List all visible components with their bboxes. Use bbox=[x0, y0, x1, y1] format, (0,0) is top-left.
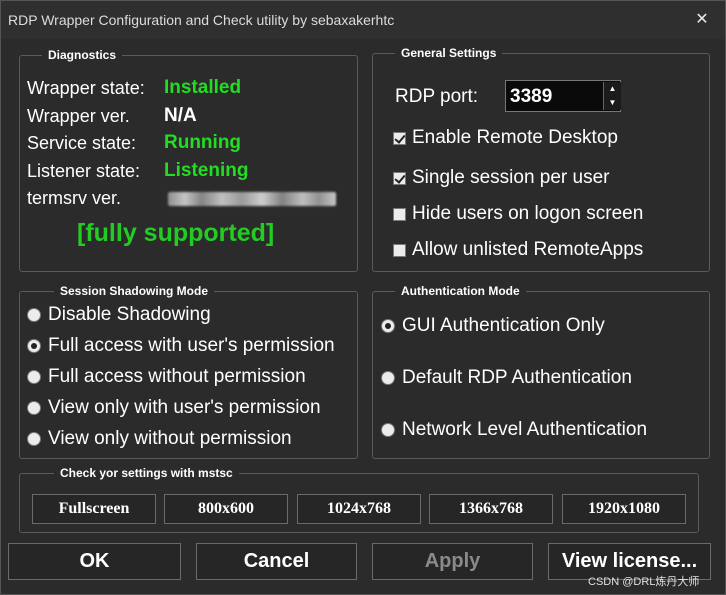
radio-unselected-icon bbox=[381, 423, 395, 437]
radio-selected-icon bbox=[27, 339, 41, 353]
hide-users-checkbox[interactable]: Hide users on logon screen bbox=[393, 203, 643, 225]
close-button[interactable]: ✕ bbox=[689, 9, 715, 31]
radio-label: View only with user's permission bbox=[48, 397, 321, 418]
checkbox-checked-icon bbox=[393, 171, 406, 185]
radio-label: Full access without permission bbox=[48, 366, 306, 387]
checkbox-label: Allow unlisted RemoteApps bbox=[412, 239, 644, 260]
wrapper-state-value: Installed bbox=[164, 77, 242, 98]
radio-label: Disable Shadowing bbox=[48, 304, 211, 325]
single-session-checkbox[interactable]: Single session per user bbox=[393, 167, 610, 189]
checkbox-label: Enable Remote Desktop bbox=[412, 127, 618, 148]
window-title: RDP Wrapper Configuration and Check util… bbox=[8, 12, 395, 28]
radio-label: Default RDP Authentication bbox=[402, 367, 632, 388]
radio-unselected-icon bbox=[27, 308, 41, 322]
allow-unlisted-remoteapps-checkbox[interactable]: Allow unlisted RemoteApps bbox=[393, 239, 643, 261]
fullscreen-button[interactable]: Fullscreen bbox=[32, 494, 156, 524]
rdp-port-input[interactable] bbox=[506, 81, 608, 113]
spin-up-arrow-icon[interactable]: ▲ bbox=[603, 82, 621, 96]
termsrv-ver-redacted bbox=[168, 192, 336, 206]
cancel-button[interactable]: Cancel bbox=[196, 543, 357, 580]
diagnostics-legend: Diagnostics bbox=[48, 48, 117, 62]
radio-full-access-without-permission[interactable]: Full access without permission bbox=[27, 366, 306, 388]
radio-unselected-icon bbox=[27, 432, 41, 446]
radio-label: Full access with user's permission bbox=[48, 335, 335, 356]
spin-down-arrow-icon[interactable]: ▼ bbox=[603, 96, 621, 110]
checkbox-label: Hide users on logon screen bbox=[412, 203, 644, 224]
wrapper-ver-value: N/A bbox=[164, 105, 197, 126]
listener-state-value: Listening bbox=[164, 160, 249, 181]
radio-gui-authentication[interactable]: GUI Authentication Only bbox=[381, 315, 605, 337]
radio-unselected-icon bbox=[27, 370, 41, 384]
resolution-800x600-button[interactable]: 800x600 bbox=[164, 494, 288, 524]
ok-button[interactable]: OK bbox=[8, 543, 181, 580]
radio-label: Network Level Authentication bbox=[402, 419, 648, 440]
mstsc-legend: Check yor settings with mstsc bbox=[60, 466, 233, 480]
wrapper-state-label: Wrapper state: bbox=[27, 78, 145, 98]
wrapper-ver-label: Wrapper ver. bbox=[27, 106, 130, 126]
radio-default-rdp-authentication[interactable]: Default RDP Authentication bbox=[381, 367, 632, 389]
radio-selected-icon bbox=[381, 319, 395, 333]
shadowing-legend: Session Shadowing Mode bbox=[60, 284, 209, 298]
service-state-value: Running bbox=[164, 132, 242, 153]
listener-state-label: Listener state: bbox=[27, 161, 141, 181]
rdp-port-spinner: ▲ ▼ bbox=[505, 80, 621, 113]
radio-unselected-icon bbox=[27, 401, 41, 415]
checkbox-unchecked-icon bbox=[393, 207, 406, 221]
enable-remote-desktop-checkbox[interactable]: Enable Remote Desktop bbox=[393, 127, 618, 149]
authentication-legend: Authentication Mode bbox=[401, 284, 520, 298]
title-bar[interactable]: RDP Wrapper Configuration and Check util… bbox=[1, 1, 725, 39]
apply-button[interactable]: Apply bbox=[372, 543, 533, 580]
resolution-1920x1080-button[interactable]: 1920x1080 bbox=[562, 494, 686, 524]
close-icon: ✕ bbox=[695, 11, 709, 28]
radio-disable-shadowing[interactable]: Disable Shadowing bbox=[27, 304, 211, 326]
radio-full-access-with-permission[interactable]: Full access with user's permission bbox=[27, 335, 335, 357]
resolution-1366x768-button[interactable]: 1366x768 bbox=[429, 494, 553, 524]
support-status: [fully supported] bbox=[77, 219, 275, 247]
rdp-port-label: RDP port: bbox=[395, 86, 479, 107]
radio-network-level-authentication[interactable]: Network Level Authentication bbox=[381, 419, 647, 441]
termsrv-ver-label: termsrv ver. bbox=[27, 188, 122, 208]
resolution-1024x768-button[interactable]: 1024x768 bbox=[297, 494, 421, 524]
general-settings-legend: General Settings bbox=[401, 46, 497, 60]
checkbox-unchecked-icon bbox=[393, 243, 406, 257]
radio-view-only-without-permission[interactable]: View only without permission bbox=[27, 428, 292, 450]
radio-label: View only without permission bbox=[48, 428, 292, 449]
checkbox-label: Single session per user bbox=[412, 167, 610, 188]
watermark-text: CSDN @DRL炼丹大师 bbox=[588, 576, 700, 588]
service-state-label: Service state: bbox=[27, 133, 137, 153]
checkbox-checked-icon bbox=[393, 131, 406, 145]
radio-view-only-with-permission[interactable]: View only with user's permission bbox=[27, 397, 321, 419]
radio-unselected-icon bbox=[381, 371, 395, 385]
radio-label: GUI Authentication Only bbox=[402, 315, 605, 336]
